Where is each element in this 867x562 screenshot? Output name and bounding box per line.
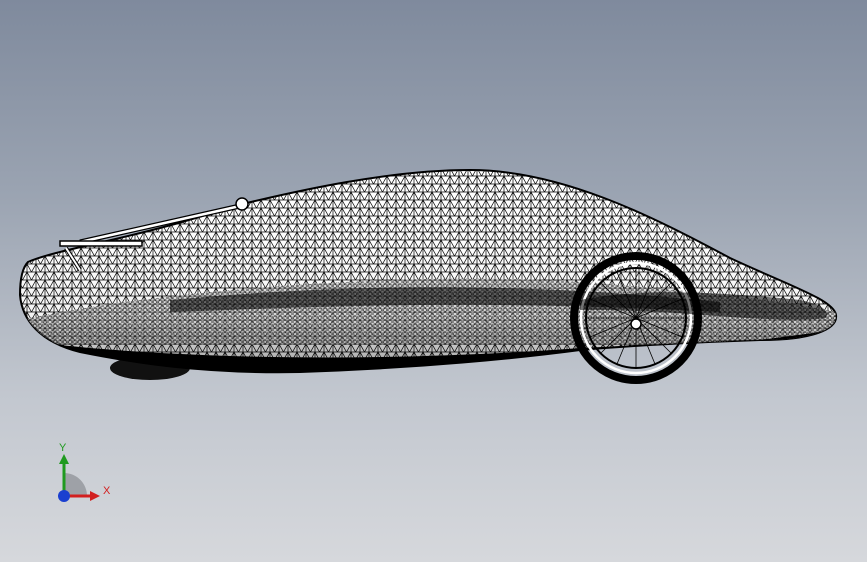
vehicle-wireframe-model[interactable] bbox=[0, 0, 867, 562]
rear-wheel bbox=[570, 252, 702, 384]
z-axis-dot bbox=[58, 490, 70, 502]
x-axis-label: X bbox=[103, 485, 111, 497]
vehicle-body-mesh bbox=[18, 168, 838, 374]
triad-axes bbox=[58, 454, 100, 502]
y-axis-label: Y bbox=[59, 442, 67, 454]
graphics-viewport[interactable]: Y X bbox=[0, 0, 867, 562]
coordinate-triad: Y X bbox=[40, 438, 120, 510]
